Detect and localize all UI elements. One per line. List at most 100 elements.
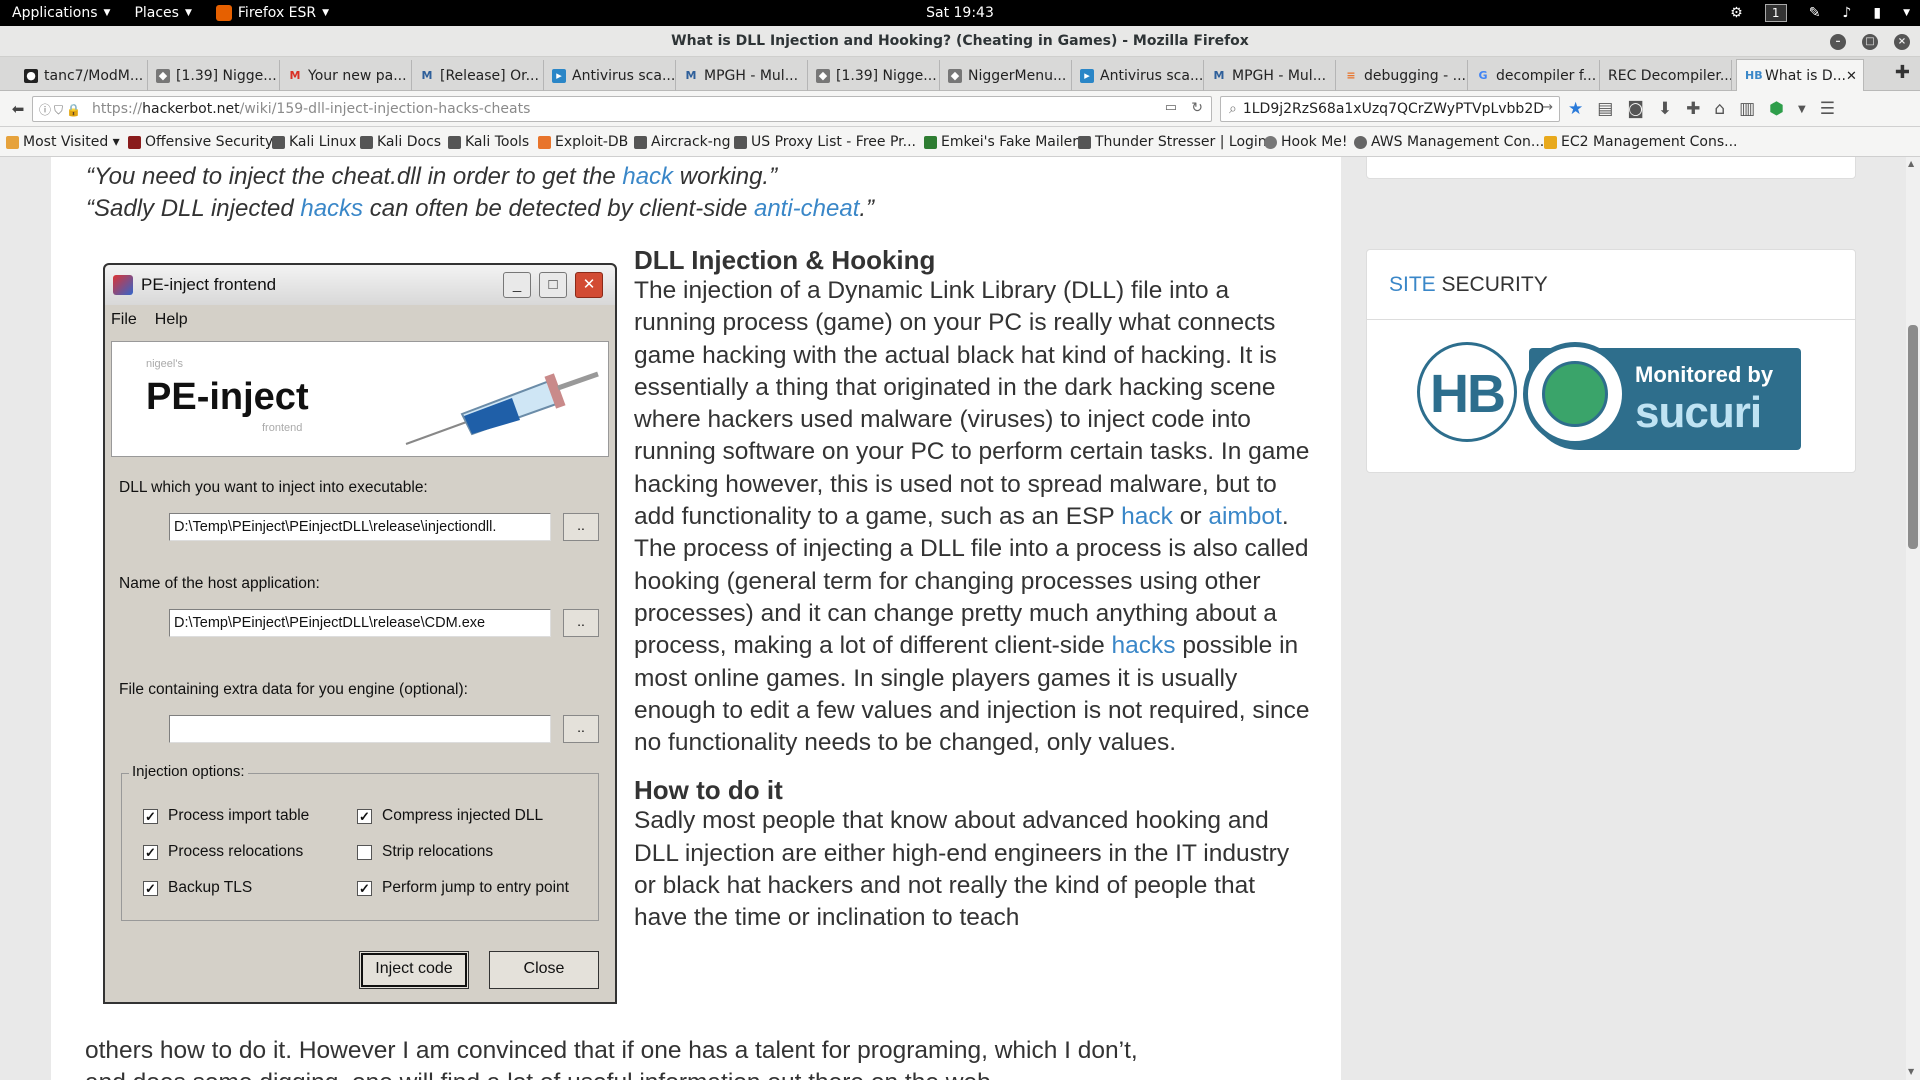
widget-title-rest: SECURITY xyxy=(1435,273,1548,296)
bookmark[interactable]: Exploit-DB xyxy=(538,127,628,157)
maximize-button[interactable]: □ xyxy=(1862,34,1878,50)
tab[interactable]: M MPGH - Mul... xyxy=(676,60,808,91)
option-checkbox: ✓ Backup TLS xyxy=(143,879,252,897)
tab[interactable]: Gdecompiler f... xyxy=(1468,60,1600,91)
bookmark[interactable]: Emkei's Fake Mailer xyxy=(924,127,1078,157)
app-menu[interactable]: Firefox ESR ▼ xyxy=(204,0,341,26)
banner-author: nigeel's xyxy=(146,358,183,370)
bookmark-label: Kali Docs xyxy=(377,134,442,150)
battery-icon[interactable]: ▮ xyxy=(1873,5,1881,21)
paragraph-text: and does some digging, one will find a l… xyxy=(85,1067,1325,1080)
tab[interactable]: ≡ debugging - ... xyxy=(1336,60,1468,91)
sucuri-badge[interactable]: Monitored by sucuri xyxy=(1523,342,1801,450)
bookmark[interactable]: US Proxy List - Free Pr... xyxy=(734,127,916,157)
workspace-indicator[interactable]: 1 xyxy=(1764,4,1787,22)
tab[interactable]: M MPGH - Mul... xyxy=(1204,60,1336,91)
reader-view-icon[interactable]: ▭ xyxy=(1165,100,1177,115)
section-heading-dll-injection: DLL Injection & Hooking xyxy=(634,245,936,275)
exploitdb-icon xyxy=(538,135,551,149)
bookmark[interactable]: Kali Linux xyxy=(272,127,356,157)
shield-check-icon xyxy=(1542,361,1608,427)
site-security-widget: SITE SECURITY HB Monitored by sucuri xyxy=(1366,249,1856,473)
hacks-link[interactable]: hacks xyxy=(1112,632,1176,659)
close-tab-icon[interactable]: ✕ xyxy=(1846,69,1857,84)
page-scrollbar[interactable]: ▲ ▼ xyxy=(1906,157,1920,1080)
hamburger-menu-icon[interactable]: ☰ xyxy=(1820,99,1835,119)
tab-active[interactable]: HB What is D... ✕ xyxy=(1736,59,1864,92)
bookmark[interactable]: EC2 Management Cons... xyxy=(1544,127,1738,157)
checkbox-checked-icon: ✓ xyxy=(357,808,372,824)
bookmark[interactable]: Kali Docs xyxy=(360,127,441,157)
browse-extra-button: .. xyxy=(563,715,599,743)
hack-link[interactable]: hack xyxy=(1121,503,1173,530)
browse-host-button: .. xyxy=(563,609,599,637)
gmail-icon: M xyxy=(289,68,301,82)
quote-1: “You need to inject the cheat.dll in ord… xyxy=(86,163,777,191)
scrollbar-thumb[interactable] xyxy=(1908,325,1918,549)
app-logo-icon xyxy=(113,275,133,295)
site-info-icon[interactable]: ⓘ⛉🔒 xyxy=(39,101,84,118)
bookmark[interactable]: Hook Me! xyxy=(1264,127,1348,157)
menu-file: File xyxy=(111,311,137,328)
back-button[interactable]: ⬅ xyxy=(6,97,30,121)
tab[interactable]: M Your new pa... xyxy=(280,60,412,91)
network-icon[interactable]: ⚙ xyxy=(1730,5,1743,21)
tab[interactable]: ◆ [1.39] Nigge... xyxy=(808,60,940,91)
bookmark-label: Aircrack-ng xyxy=(651,134,731,150)
bookmark[interactable]: Offensive Security xyxy=(128,127,273,157)
maximize-icon: □ xyxy=(539,272,567,298)
scan-icon: ▸ xyxy=(552,68,566,83)
scroll-up-icon[interactable]: ▲ xyxy=(1908,159,1914,168)
tab[interactable]: REC Decompiler... xyxy=(1600,60,1732,91)
home-icon[interactable]: ⌂ xyxy=(1714,99,1725,119)
anti-cheat-link[interactable]: anti-cheat xyxy=(754,195,859,222)
reload-icon[interactable]: ↻ xyxy=(1191,100,1203,116)
option-checkbox: Strip relocations xyxy=(357,843,493,861)
pocket-icon[interactable]: ◙ xyxy=(1627,99,1644,119)
hacks-link[interactable]: hacks xyxy=(300,195,363,222)
minimize-button[interactable]: – xyxy=(1830,34,1846,50)
hack-link[interactable]: hack xyxy=(622,163,673,190)
tab[interactable]: ▸ Antivirus sca... xyxy=(544,60,676,91)
bookmark[interactable]: Aircrack-ng xyxy=(634,127,731,157)
search-bar[interactable]: ⌕ 1LD9j2RzS68a1xUzq7QCrZWyPTVpLvbb2D → xyxy=(1220,96,1560,122)
bookmark[interactable]: Thunder Stresser | Login xyxy=(1078,127,1267,157)
extension-icon[interactable]: ⬢ xyxy=(1769,99,1784,119)
places-menu[interactable]: Places ▼ xyxy=(122,0,203,26)
folder-icon xyxy=(6,135,19,149)
url-bar[interactable]: ⓘ⛉🔒 https://hackerbot.net/wiki/159-dll-i… xyxy=(32,96,1212,122)
addons-icon[interactable]: ✚ xyxy=(1686,99,1700,119)
dll-label: DLL which you want to inject into execut… xyxy=(119,479,428,496)
pen-icon[interactable]: ✎ xyxy=(1809,5,1821,21)
bookmark-label: Exploit-DB xyxy=(555,134,629,150)
clipboard-icon[interactable]: ▤ xyxy=(1597,99,1613,119)
tab[interactable]: M [Release] Or... xyxy=(412,60,544,91)
tab-label: NiggerMenu... xyxy=(968,67,1067,84)
option-label: Backup TLS xyxy=(168,879,253,896)
proxy-icon xyxy=(734,135,747,149)
tab-label: [1.39] Nigge... xyxy=(176,67,277,84)
go-arrow-icon[interactable]: → xyxy=(1542,100,1553,115)
tab[interactable]: ● tanc7/ModM... xyxy=(16,60,148,91)
tab[interactable]: ◆ NiggerMenu... xyxy=(940,60,1072,91)
bookmark-star-icon[interactable]: ★ xyxy=(1568,99,1583,119)
library-icon[interactable]: ▥ xyxy=(1739,99,1755,119)
extra-data-label: File containing extra data for you engin… xyxy=(119,681,468,698)
download-icon[interactable]: ⬇ xyxy=(1658,99,1672,119)
bookmark[interactable]: AWS Management Con... xyxy=(1354,127,1544,157)
new-tab-button[interactable]: ✚ xyxy=(1895,62,1910,83)
applications-menu[interactable]: Applications ▼ xyxy=(0,0,122,26)
volume-icon[interactable]: ♪ xyxy=(1842,5,1851,21)
bookmark-most-visited[interactable]: Most Visited ▾ xyxy=(6,127,120,157)
tab[interactable]: ▸ Antivirus sca... xyxy=(1072,60,1204,91)
aimbot-link[interactable]: aimbot xyxy=(1208,503,1282,530)
chevron-down-icon[interactable]: ▼ xyxy=(1903,8,1910,18)
chevron-down-icon: ▼ xyxy=(322,8,330,18)
scroll-down-icon[interactable]: ▼ xyxy=(1908,1067,1914,1076)
option-checkbox: ✓ Process import table xyxy=(143,807,309,825)
tab[interactable]: ◆ [1.39] Nigge... xyxy=(148,60,280,91)
chevron-down-icon[interactable]: ▼ xyxy=(1798,104,1806,115)
bookmark[interactable]: Kali Tools xyxy=(448,127,529,157)
pe-window-title: PE-inject frontend xyxy=(141,275,277,294)
close-window-button[interactable]: × xyxy=(1894,34,1910,50)
